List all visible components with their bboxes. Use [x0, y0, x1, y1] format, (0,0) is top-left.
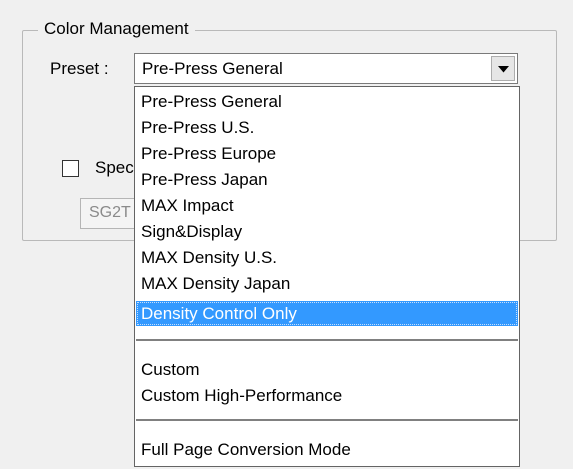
- preset-dropdown-button[interactable]: [491, 56, 515, 81]
- dropdown-item-density-control-only[interactable]: Density Control Only: [136, 301, 518, 326]
- preset-combobox-value: Pre-Press General: [142, 59, 283, 78]
- color-management-dialog: Color Management Preset : Pre-Press Gene…: [0, 0, 573, 469]
- groupbox-title: Color Management: [38, 18, 195, 40]
- dropdown-item-sign-display[interactable]: Sign&Display: [136, 219, 518, 244]
- chevron-down-icon: [498, 66, 509, 73]
- specify-value-text: SG2T: [89, 204, 131, 221]
- dropdown-item-pre-press-us[interactable]: Pre-Press U.S.: [136, 115, 518, 140]
- specify-checkbox[interactable]: [62, 160, 79, 177]
- dropdown-separator: [136, 419, 518, 421]
- preset-dropdown-list: Pre-Press General Pre-Press U.S. Pre-Pre…: [134, 86, 520, 467]
- dropdown-item-pre-press-japan[interactable]: Pre-Press Japan: [136, 167, 518, 192]
- dropdown-item-full-page-conversion-mode[interactable]: Full Page Conversion Mode: [136, 437, 518, 462]
- specify-checkbox-label: Spec: [95, 158, 134, 177]
- dropdown-item-custom[interactable]: Custom: [136, 357, 518, 382]
- dropdown-item-max-density-us[interactable]: MAX Density U.S.: [136, 245, 518, 270]
- dropdown-item-pre-press-europe[interactable]: Pre-Press Europe: [136, 141, 518, 166]
- dropdown-item-pre-press-general[interactable]: Pre-Press General: [136, 89, 518, 114]
- preset-label: Preset :: [50, 59, 109, 78]
- dropdown-item-max-impact[interactable]: MAX Impact: [136, 193, 518, 218]
- dropdown-item-max-density-japan[interactable]: MAX Density Japan: [136, 271, 518, 296]
- dropdown-item-custom-high-performance[interactable]: Custom High-Performance: [136, 383, 518, 408]
- preset-combobox[interactable]: Pre-Press General: [134, 53, 518, 84]
- dropdown-separator: [136, 339, 518, 341]
